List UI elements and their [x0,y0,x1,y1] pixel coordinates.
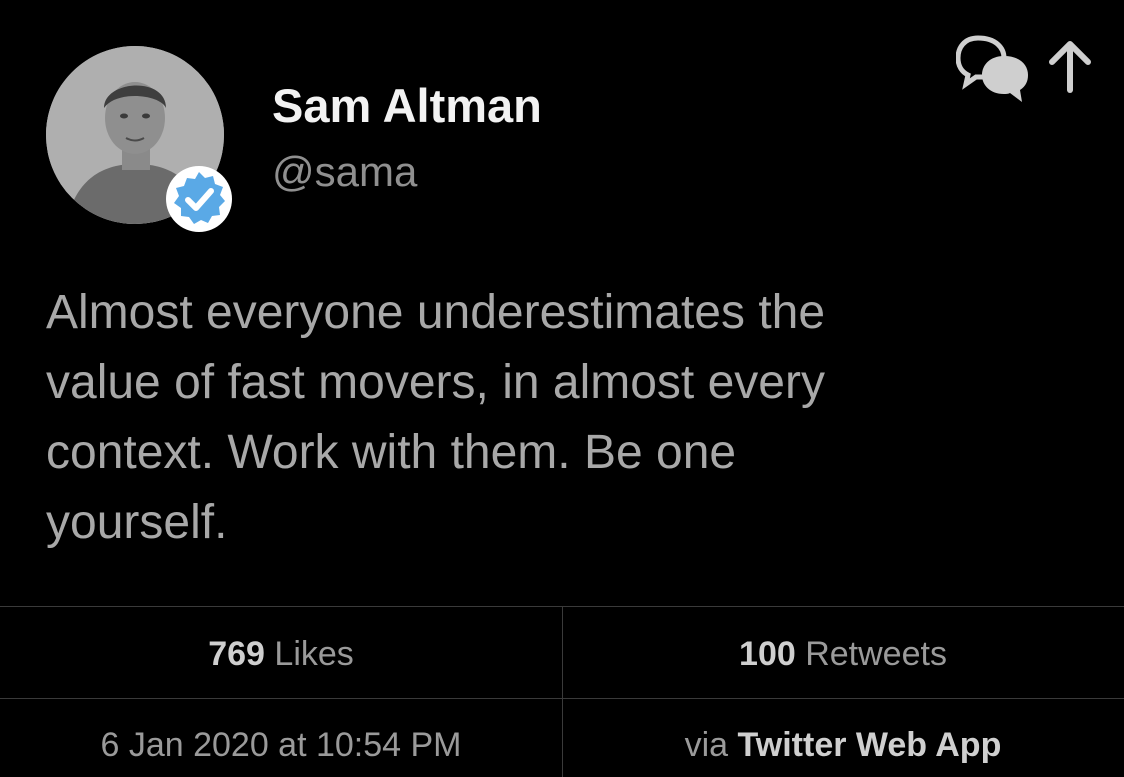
likes-count: 769 [208,635,265,673]
retweets-count: 100 [739,635,796,673]
likes-label: Likes [274,635,354,673]
reply-icon[interactable] [956,35,1028,102]
timestamp: 6 Jan 2020 at 10:54 PM [100,726,462,764]
tweet-source: via Twitter Web App [562,723,1124,767]
source-app[interactable]: Twitter Web App [738,726,1002,764]
tweet-text: Almost everyone underestimates the value… [46,286,826,549]
via-label: via [684,726,729,764]
likes-stat[interactable]: 769 Likes [0,632,562,676]
author-handle[interactable]: @sama [272,146,417,198]
tweet-actions [956,35,1091,102]
author-name[interactable]: Sam Altman [272,78,542,134]
verified-badge-icon [166,166,232,232]
share-icon[interactable] [1049,41,1091,93]
retweets-label: Retweets [805,635,947,673]
retweets-stat[interactable]: 100 Retweets [562,632,1124,676]
